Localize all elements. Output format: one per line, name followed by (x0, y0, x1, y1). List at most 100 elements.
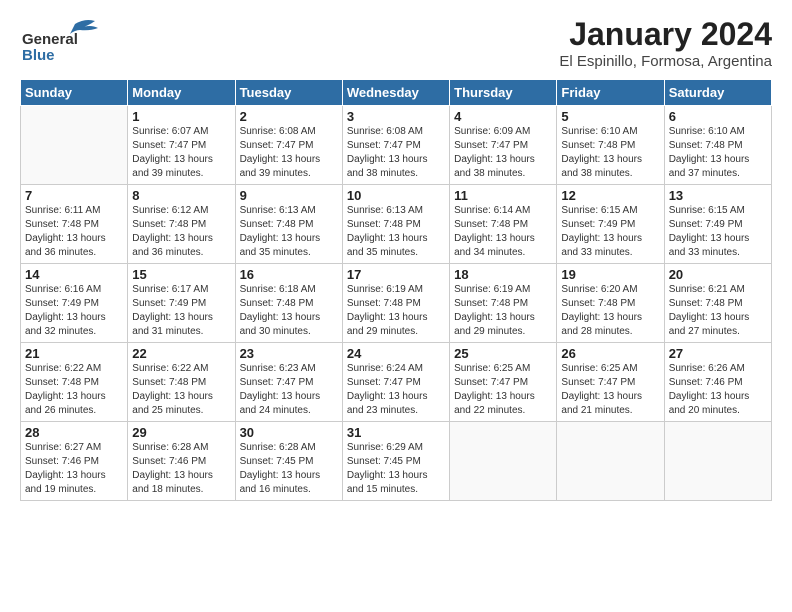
table-row: 24Sunrise: 6:24 AM Sunset: 7:47 PM Dayli… (342, 343, 449, 422)
day-number: 12 (561, 188, 659, 203)
day-info: Sunrise: 6:08 AM Sunset: 7:47 PM Dayligh… (240, 125, 338, 181)
day-info: Sunrise: 6:10 AM Sunset: 7:48 PM Dayligh… (669, 125, 767, 181)
day-info: Sunrise: 6:15 AM Sunset: 7:49 PM Dayligh… (561, 204, 659, 260)
svg-text:Blue: Blue (22, 47, 55, 64)
table-row: 5Sunrise: 6:10 AM Sunset: 7:48 PM Daylig… (557, 106, 664, 185)
day-info: Sunrise: 6:29 AM Sunset: 7:45 PM Dayligh… (347, 441, 445, 497)
day-info: Sunrise: 6:28 AM Sunset: 7:46 PM Dayligh… (132, 441, 230, 497)
day-number: 27 (669, 346, 767, 361)
table-row: 14Sunrise: 6:16 AM Sunset: 7:49 PM Dayli… (21, 264, 128, 343)
day-info: Sunrise: 6:26 AM Sunset: 7:46 PM Dayligh… (669, 362, 767, 418)
day-info: Sunrise: 6:18 AM Sunset: 7:48 PM Dayligh… (240, 283, 338, 339)
day-info: Sunrise: 6:25 AM Sunset: 7:47 PM Dayligh… (561, 362, 659, 418)
header-friday: Friday (557, 80, 664, 106)
calendar-title: January 2024 (559, 16, 772, 53)
table-row (21, 106, 128, 185)
calendar-subtitle: El Espinillo, Formosa, Argentina (559, 53, 772, 70)
day-info: Sunrise: 6:08 AM Sunset: 7:47 PM Dayligh… (347, 125, 445, 181)
header: General Blue January 2024 El Espinillo, … (20, 16, 772, 71)
table-row: 18Sunrise: 6:19 AM Sunset: 7:48 PM Dayli… (450, 264, 557, 343)
day-number: 2 (240, 109, 338, 124)
day-number: 10 (347, 188, 445, 203)
day-number: 21 (25, 346, 123, 361)
table-row: 17Sunrise: 6:19 AM Sunset: 7:48 PM Dayli… (342, 264, 449, 343)
day-info: Sunrise: 6:19 AM Sunset: 7:48 PM Dayligh… (347, 283, 445, 339)
day-info: Sunrise: 6:12 AM Sunset: 7:48 PM Dayligh… (132, 204, 230, 260)
table-row: 29Sunrise: 6:28 AM Sunset: 7:46 PM Dayli… (128, 422, 235, 501)
table-row: 6Sunrise: 6:10 AM Sunset: 7:48 PM Daylig… (664, 106, 771, 185)
day-number: 25 (454, 346, 552, 361)
logo-icon: General Blue (20, 16, 110, 66)
table-row: 13Sunrise: 6:15 AM Sunset: 7:49 PM Dayli… (664, 185, 771, 264)
table-row: 22Sunrise: 6:22 AM Sunset: 7:48 PM Dayli… (128, 343, 235, 422)
table-row: 28Sunrise: 6:27 AM Sunset: 7:46 PM Dayli… (21, 422, 128, 501)
table-row (664, 422, 771, 501)
day-number: 8 (132, 188, 230, 203)
calendar-week-row: 7Sunrise: 6:11 AM Sunset: 7:48 PM Daylig… (21, 185, 772, 264)
table-row: 23Sunrise: 6:23 AM Sunset: 7:47 PM Dayli… (235, 343, 342, 422)
calendar-table: Sunday Monday Tuesday Wednesday Thursday… (20, 79, 772, 501)
day-number: 31 (347, 425, 445, 440)
day-info: Sunrise: 6:22 AM Sunset: 7:48 PM Dayligh… (132, 362, 230, 418)
day-info: Sunrise: 6:07 AM Sunset: 7:47 PM Dayligh… (132, 125, 230, 181)
table-row (557, 422, 664, 501)
day-number: 7 (25, 188, 123, 203)
day-info: Sunrise: 6:24 AM Sunset: 7:47 PM Dayligh… (347, 362, 445, 418)
logo: General Blue (20, 16, 110, 71)
header-saturday: Saturday (664, 80, 771, 106)
day-info: Sunrise: 6:11 AM Sunset: 7:48 PM Dayligh… (25, 204, 123, 260)
table-row: 21Sunrise: 6:22 AM Sunset: 7:48 PM Dayli… (21, 343, 128, 422)
day-number: 15 (132, 267, 230, 282)
table-row: 11Sunrise: 6:14 AM Sunset: 7:48 PM Dayli… (450, 185, 557, 264)
day-info: Sunrise: 6:15 AM Sunset: 7:49 PM Dayligh… (669, 204, 767, 260)
header-thursday: Thursday (450, 80, 557, 106)
day-info: Sunrise: 6:22 AM Sunset: 7:48 PM Dayligh… (25, 362, 123, 418)
table-row: 9Sunrise: 6:13 AM Sunset: 7:48 PM Daylig… (235, 185, 342, 264)
day-number: 5 (561, 109, 659, 124)
day-info: Sunrise: 6:21 AM Sunset: 7:48 PM Dayligh… (669, 283, 767, 339)
calendar-week-row: 14Sunrise: 6:16 AM Sunset: 7:49 PM Dayli… (21, 264, 772, 343)
header-sunday: Sunday (21, 80, 128, 106)
day-number: 28 (25, 425, 123, 440)
table-row (450, 422, 557, 501)
day-number: 13 (669, 188, 767, 203)
day-number: 17 (347, 267, 445, 282)
table-row: 4Sunrise: 6:09 AM Sunset: 7:47 PM Daylig… (450, 106, 557, 185)
table-row: 25Sunrise: 6:25 AM Sunset: 7:47 PM Dayli… (450, 343, 557, 422)
day-info: Sunrise: 6:10 AM Sunset: 7:48 PM Dayligh… (561, 125, 659, 181)
day-number: 30 (240, 425, 338, 440)
day-number: 11 (454, 188, 552, 203)
calendar-week-row: 21Sunrise: 6:22 AM Sunset: 7:48 PM Dayli… (21, 343, 772, 422)
day-number: 14 (25, 267, 123, 282)
calendar-week-row: 28Sunrise: 6:27 AM Sunset: 7:46 PM Dayli… (21, 422, 772, 501)
day-info: Sunrise: 6:20 AM Sunset: 7:48 PM Dayligh… (561, 283, 659, 339)
table-row: 3Sunrise: 6:08 AM Sunset: 7:47 PM Daylig… (342, 106, 449, 185)
day-number: 9 (240, 188, 338, 203)
day-info: Sunrise: 6:19 AM Sunset: 7:48 PM Dayligh… (454, 283, 552, 339)
day-number: 24 (347, 346, 445, 361)
table-row: 10Sunrise: 6:13 AM Sunset: 7:48 PM Dayli… (342, 185, 449, 264)
table-row: 12Sunrise: 6:15 AM Sunset: 7:49 PM Dayli… (557, 185, 664, 264)
table-row: 1Sunrise: 6:07 AM Sunset: 7:47 PM Daylig… (128, 106, 235, 185)
title-block: January 2024 El Espinillo, Formosa, Arge… (559, 16, 772, 70)
day-number: 16 (240, 267, 338, 282)
day-number: 29 (132, 425, 230, 440)
day-info: Sunrise: 6:14 AM Sunset: 7:48 PM Dayligh… (454, 204, 552, 260)
table-row: 8Sunrise: 6:12 AM Sunset: 7:48 PM Daylig… (128, 185, 235, 264)
table-row: 19Sunrise: 6:20 AM Sunset: 7:48 PM Dayli… (557, 264, 664, 343)
day-info: Sunrise: 6:09 AM Sunset: 7:47 PM Dayligh… (454, 125, 552, 181)
header-wednesday: Wednesday (342, 80, 449, 106)
day-number: 6 (669, 109, 767, 124)
day-info: Sunrise: 6:27 AM Sunset: 7:46 PM Dayligh… (25, 441, 123, 497)
day-number: 1 (132, 109, 230, 124)
day-info: Sunrise: 6:16 AM Sunset: 7:49 PM Dayligh… (25, 283, 123, 339)
table-row: 26Sunrise: 6:25 AM Sunset: 7:47 PM Dayli… (557, 343, 664, 422)
day-info: Sunrise: 6:13 AM Sunset: 7:48 PM Dayligh… (240, 204, 338, 260)
table-row: 2Sunrise: 6:08 AM Sunset: 7:47 PM Daylig… (235, 106, 342, 185)
table-row: 16Sunrise: 6:18 AM Sunset: 7:48 PM Dayli… (235, 264, 342, 343)
day-info: Sunrise: 6:17 AM Sunset: 7:49 PM Dayligh… (132, 283, 230, 339)
table-row: 30Sunrise: 6:28 AM Sunset: 7:45 PM Dayli… (235, 422, 342, 501)
day-number: 20 (669, 267, 767, 282)
calendar-header-row: Sunday Monday Tuesday Wednesday Thursday… (21, 80, 772, 106)
svg-text:General: General (22, 31, 78, 48)
